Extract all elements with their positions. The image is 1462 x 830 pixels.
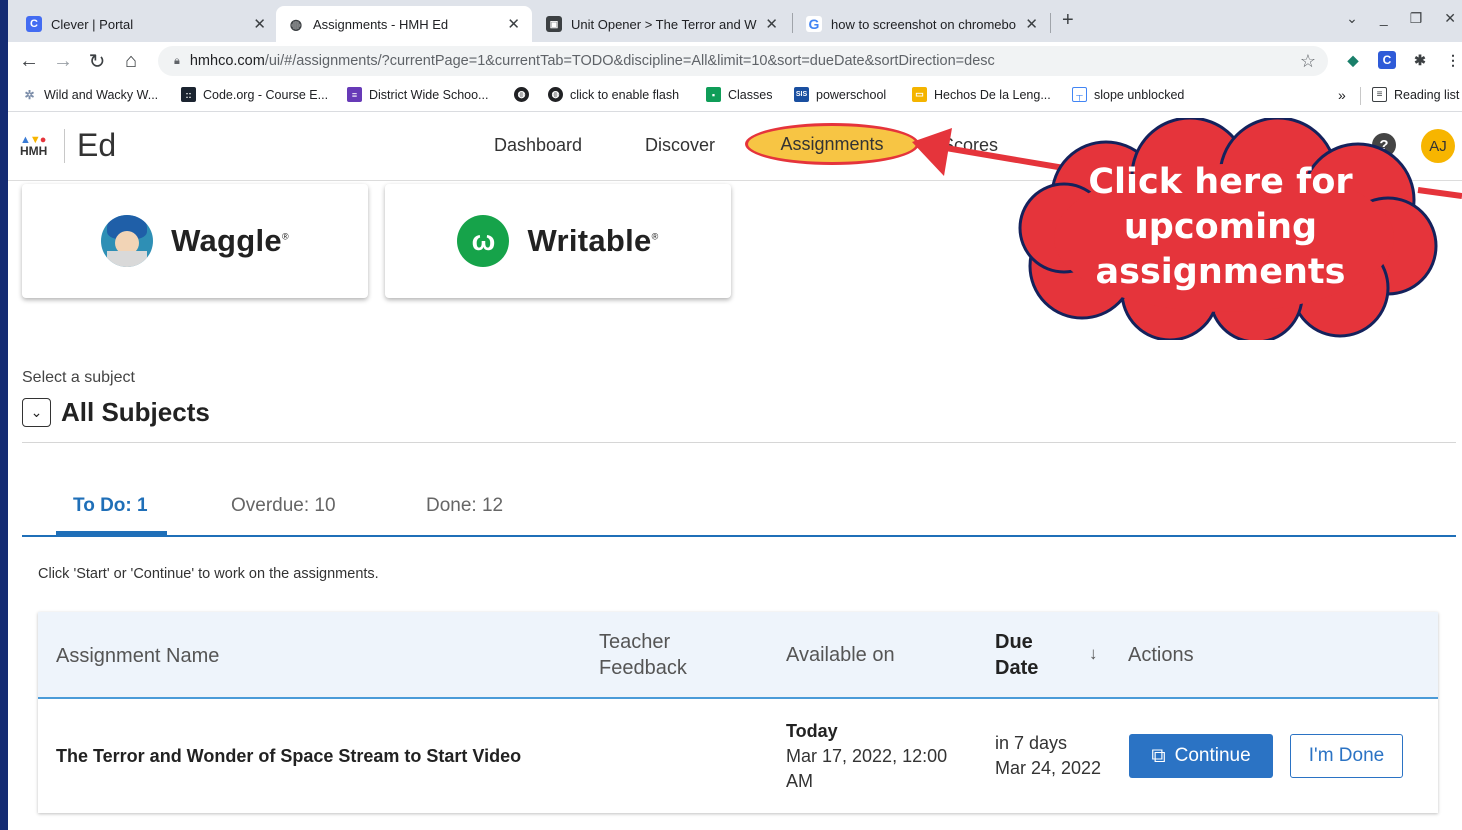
- browser-window: C Clever | Portal ✕ ◍ Assignments - HMH …: [8, 0, 1462, 830]
- arrowhead-icon: [912, 128, 952, 176]
- callout-text: Click here for upcoming assignments: [1088, 162, 1353, 292]
